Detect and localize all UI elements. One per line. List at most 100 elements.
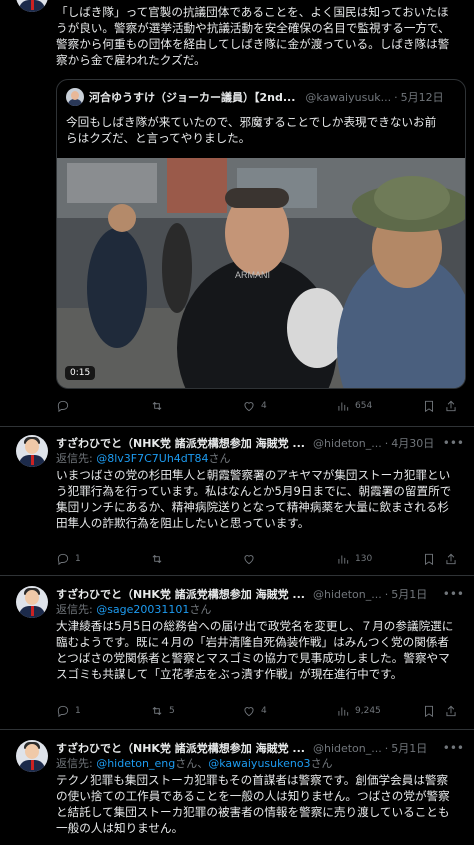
- tweet[interactable]: すざわひでと（NHK党 諸派党構想参加 海賊党 ... @hideton_...…: [0, 576, 474, 730]
- author-handle[interactable]: @hideton_...: [313, 742, 382, 755]
- tweet-text: テクノ犯罪も集団ストーカ犯罪もその首謀者は警察です。創価学会員は警察 の使い捨て…: [56, 772, 464, 836]
- repost-button[interactable]: 5: [150, 704, 242, 718]
- tweet[interactable]: 「しばき隊」って官製の抗議団体であることを、よく国民は知っておいたほ うが良い。…: [0, 0, 474, 427]
- reply-to-link[interactable]: @hideton_eng: [96, 757, 175, 770]
- repost-button[interactable]: [150, 399, 242, 413]
- share-icon: [446, 705, 456, 717]
- tweet-header: すざわひでと（NHK党 諸派党構想参加 海賊党 ... @hideton_...…: [56, 586, 464, 602]
- tweet[interactable]: すざわひでと（NHK党 諸派党構想参加 海賊党 ... @hideton_...…: [0, 730, 474, 845]
- quoted-avatar: [66, 88, 84, 106]
- reply-count: 1: [75, 554, 81, 564]
- reply-icon: [57, 553, 69, 566]
- bookmark-button[interactable]: [422, 399, 444, 413]
- views-button[interactable]: 130: [336, 552, 422, 566]
- tweet-text: いまつばさの党の杉田隼人と朝霞警察署のアキヤマが集団ストーカ犯罪とい う犯罪行為…: [56, 467, 464, 531]
- tweet-header: すざわひでと（NHK党 諸派党構想参加 海賊党 ... @hideton_...…: [56, 740, 464, 756]
- more-icon[interactable]: •••: [437, 587, 464, 601]
- video-thumbnail: ARMANI: [57, 158, 465, 388]
- tweet-text: 大津綾香は5月5日の総務省への届け出で政党名を変更し、７月の参議院選に 臨むよう…: [56, 618, 464, 682]
- reply-button[interactable]: [56, 399, 150, 413]
- tweet-text-line: 警察から何重もの団体を経由してしばき隊に金が渡っている。しばき隊は警: [56, 37, 450, 51]
- reply-count: 1: [75, 706, 81, 716]
- reply-icon: [57, 705, 69, 718]
- video-duration: 0:15: [65, 366, 96, 380]
- reply-to-link[interactable]: @sage20031101: [96, 603, 189, 616]
- more-icon[interactable]: •••: [437, 436, 464, 450]
- tweet-text-line: 田隼人の詐欺行為を阻止したいと思っています。: [56, 516, 310, 530]
- quoted-tweet[interactable]: 河合ゆうすけ（ジョーカー議員）【2nd... @kawaiyusuk... · …: [56, 79, 466, 389]
- tweet-text-line: スゴミも共謀して「立花孝志をぶっ潰す作戦」が現在進行中です。: [56, 667, 403, 681]
- tweet-date[interactable]: 5月1日: [391, 740, 427, 756]
- tweet-text-line: テクノ犯罪も集団ストーカ犯罪もその首謀者は警察です。創価学会員は警察: [56, 773, 449, 787]
- quoted-text-line: らはクズだ、と言ってやりました。: [66, 131, 251, 145]
- like-button[interactable]: 4: [242, 399, 336, 413]
- like-icon: [244, 555, 254, 565]
- avatar[interactable]: [16, 740, 48, 772]
- repost-button[interactable]: [150, 552, 242, 566]
- reply-button[interactable]: 1: [56, 704, 150, 718]
- views-icon: [338, 707, 349, 716]
- shirt-print: ARMANI: [235, 270, 270, 280]
- tweet-header: すざわひでと（NHK党 諸派党構想参加 海賊党 ... @hideton_...…: [56, 435, 464, 451]
- author-name[interactable]: すざわひでと（NHK党 諸派党構想参加 海賊党 ...: [56, 586, 305, 602]
- tweet-actions: 1 5 4 9,245: [56, 703, 466, 719]
- tweet[interactable]: すざわひでと（NHK党 諸派党構想参加 海賊党 ... @hideton_...…: [0, 427, 474, 576]
- share-button[interactable]: [444, 552, 460, 566]
- author-handle[interactable]: @hideton_...: [313, 588, 382, 601]
- share-button[interactable]: [444, 704, 460, 718]
- reply-to-link[interactable]: @kawaiyusukeno3: [208, 757, 310, 770]
- share-icon: [446, 553, 456, 565]
- tweet-text-line: 大津綾香は5月5日の総務省への届け出で政党名を変更し、７月の参議院選に: [56, 619, 454, 633]
- reply-to-link[interactable]: @8lv3F7C7Uh4dT84: [96, 452, 208, 465]
- tweet-actions: 1 130: [56, 551, 466, 567]
- repost-count: 5: [169, 706, 175, 716]
- views-button[interactable]: 654: [336, 399, 422, 413]
- repost-icon: [152, 401, 162, 411]
- more-icon[interactable]: •••: [437, 741, 464, 755]
- tweet-text-line: 集団リンチにあるか、精神病院送りとなって精神病薬を大量に飲まされる杉: [56, 500, 450, 514]
- like-icon: [244, 707, 254, 717]
- avatar[interactable]: [16, 435, 48, 467]
- repost-icon: [152, 554, 162, 564]
- like-button[interactable]: 4: [242, 704, 336, 718]
- view-count: 130: [355, 554, 373, 564]
- tweet-text-line: の使い捨ての工作員であることを一般の人は知りません。つばさの党が警察: [56, 789, 450, 803]
- tweet-text-line: 察から金で雇われたクズだ。: [56, 53, 206, 67]
- reply-context: 返信先: @hideton_engさん、@kawaiyusukeno3さん: [56, 757, 333, 770]
- tweet-actions: 4 654: [56, 398, 466, 414]
- video-player[interactable]: ARMANI 0:15: [57, 158, 465, 388]
- quoted-author-name: 河合ゆうすけ（ジョーカー議員）【2nd...: [89, 91, 296, 104]
- share-button[interactable]: [444, 399, 460, 413]
- quoted-text-line: 今回もしばき隊が来ていたので、邪魔することでしか表現できないお前: [66, 115, 437, 129]
- bookmark-button[interactable]: [422, 704, 444, 718]
- reply-context: 返信先: @8lv3F7C7Uh4dT84さん: [56, 452, 231, 465]
- like-button[interactable]: [242, 552, 336, 566]
- views-icon: [338, 555, 349, 564]
- share-icon: [446, 400, 456, 412]
- quoted-date: 5月12日: [400, 91, 444, 104]
- like-count: 4: [261, 706, 267, 716]
- tweet-text-line: 臨むようです。既に４月の「岩井清隆自死偽装作戦」はみんつく党の関係者: [56, 635, 450, 649]
- tweet-date[interactable]: 4月30日: [391, 435, 434, 451]
- tweet-date[interactable]: 5月1日: [391, 586, 427, 602]
- timeline: 「しばき隊」って官製の抗議団体であることを、よく国民は知っておいたほ うが良い。…: [0, 0, 474, 845]
- reply-button[interactable]: 1: [56, 552, 150, 566]
- views-button[interactable]: 9,245: [336, 704, 422, 718]
- repost-icon: [152, 706, 162, 716]
- tweet-text-line: 一般の人は知りません。: [56, 821, 184, 835]
- reply-icon: [57, 400, 69, 413]
- tweet-text-line: うが良い。警察が選挙活動や抗議活動を安全確保の名目で監視する一方で、: [56, 21, 450, 35]
- quoted-author-handle: @kawaiyusuk...: [305, 90, 392, 104]
- like-icon: [244, 402, 254, 412]
- avatar[interactable]: [16, 586, 48, 618]
- bookmark-button[interactable]: [422, 552, 444, 566]
- tweet-text-line: と結託して集団ストーカ犯罪の被害者の情報を警察に売り渡していることも: [56, 805, 450, 819]
- quoted-tweet-text: 今回もしばき隊が来ていたので、邪魔することでしか表現できないお前 らはクズだ、と…: [66, 114, 457, 146]
- author-name[interactable]: すざわひでと（NHK党 諸派党構想参加 海賊党 ...: [56, 740, 305, 756]
- author-name[interactable]: すざわひでと（NHK党 諸派党構想参加 海賊党 ...: [56, 435, 305, 451]
- author-handle[interactable]: @hideton_...: [313, 437, 382, 450]
- bookmark-icon: [425, 705, 433, 718]
- view-count: 9,245: [355, 706, 381, 716]
- tweet-text-line: いまつばさの党の杉田隼人と朝霞警察署のアキヤマが集団ストーカ犯罪とい: [56, 468, 451, 482]
- avatar[interactable]: [16, 0, 48, 12]
